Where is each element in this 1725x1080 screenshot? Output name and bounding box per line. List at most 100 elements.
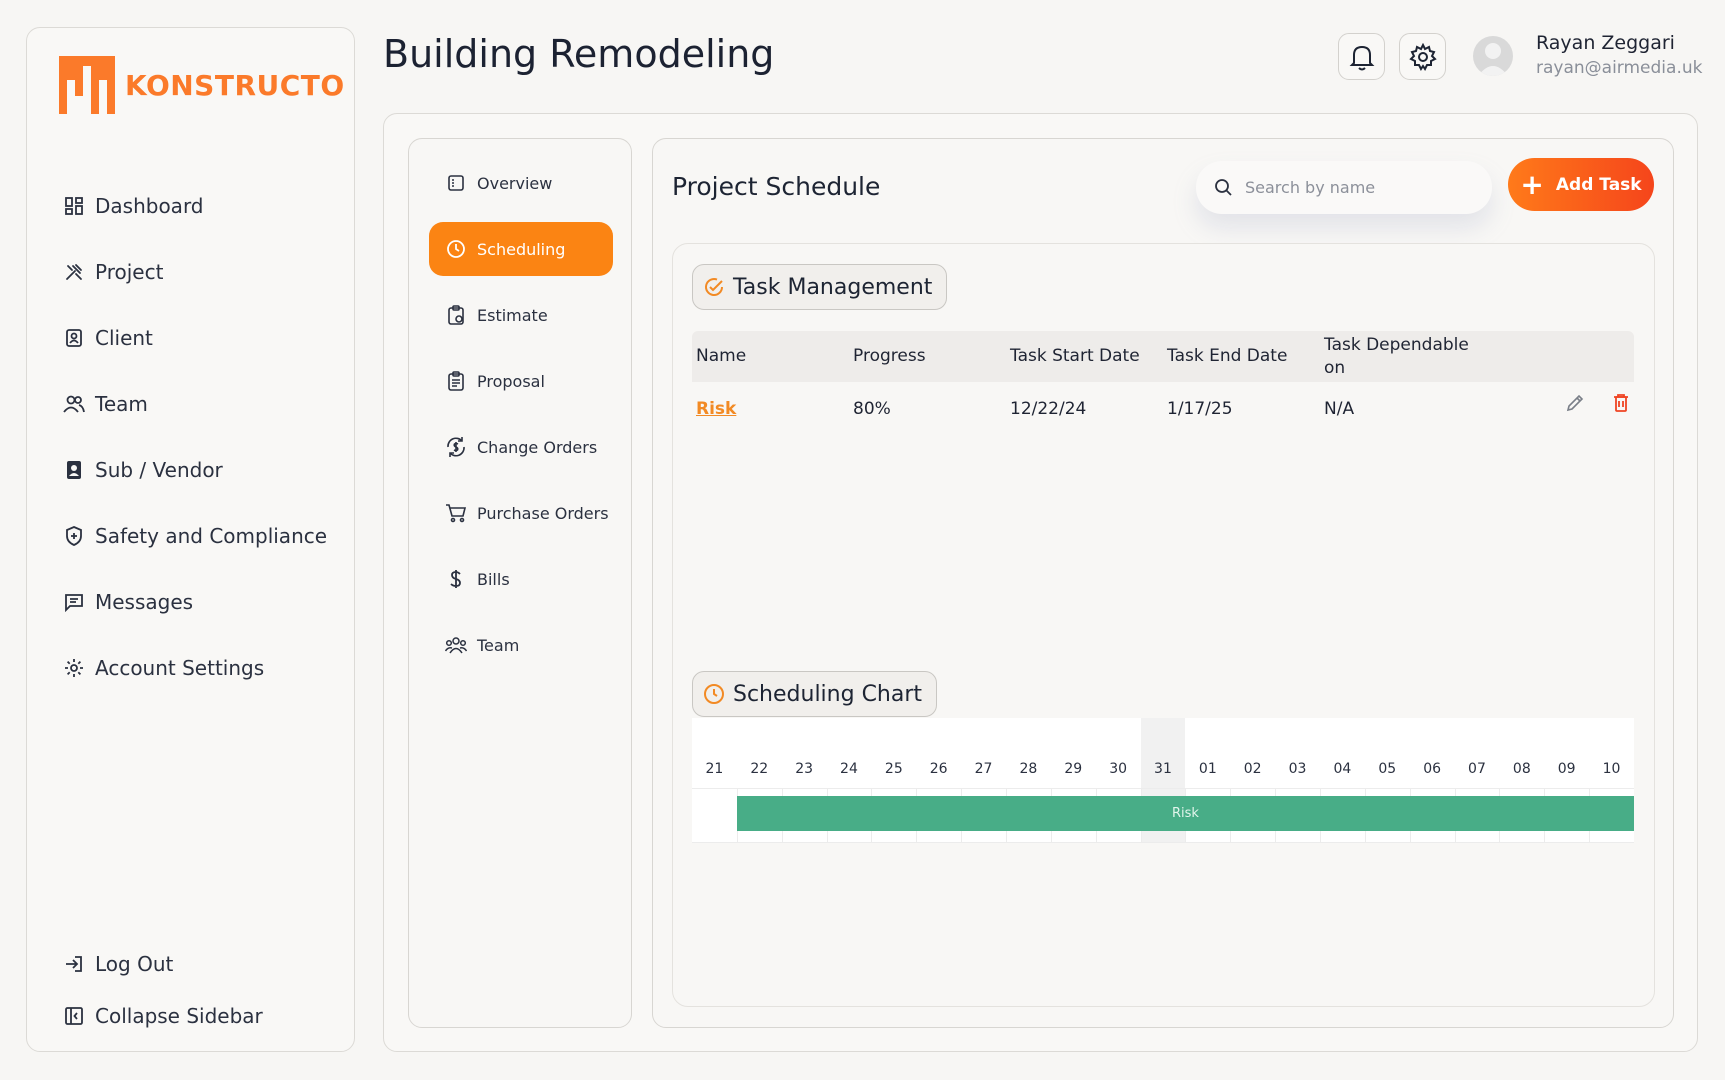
subnav-item-proposal[interactable]: Proposal — [429, 354, 613, 408]
scheduling-chart-title: Scheduling Chart — [733, 681, 923, 707]
gear-icon — [1408, 42, 1437, 71]
task-end-date: 1/17/25 — [1167, 399, 1233, 419]
sidebar-item-label: Project — [95, 260, 164, 284]
logout-label: Log Out — [95, 952, 174, 976]
subnav-item-label: Bills — [477, 569, 510, 589]
shield-icon — [63, 525, 85, 547]
content-title: Project Schedule — [672, 172, 881, 201]
scheduling-chart-tag: Scheduling Chart — [692, 671, 938, 717]
add-task-button[interactable]: + Add Task — [1508, 158, 1654, 211]
logout-button[interactable]: Log Out — [63, 938, 263, 990]
subnav-item-label: Estimate — [477, 305, 548, 325]
gantt-day-label: 28 — [1019, 761, 1038, 777]
task-management-tag: Task Management — [692, 264, 948, 310]
dashboard-icon — [63, 195, 85, 217]
gantt-day-label: 22 — [750, 761, 769, 777]
subnav-item-team[interactable]: Team — [429, 618, 613, 672]
search-icon — [1215, 179, 1232, 196]
user-name: Rayan Zeggari — [1536, 32, 1675, 54]
sidebar-item-label: Sub / Vendor — [95, 458, 223, 482]
collapse-sidebar-button[interactable]: Collapse Sidebar — [63, 990, 263, 1042]
avatar[interactable] — [1473, 36, 1513, 76]
tools-icon — [63, 261, 85, 283]
gantt-day-label: 07 — [1468, 761, 1486, 777]
vendor-icon — [63, 459, 85, 481]
plus-icon: + — [1520, 167, 1544, 201]
task-management-title: Task Management — [733, 274, 933, 300]
sidebar-nav: Dashboard Project Client Team Sub / Vend… — [63, 173, 327, 701]
column-header-end-date: Task End Date — [1167, 346, 1288, 367]
gantt-day-label: 29 — [1064, 761, 1083, 777]
gantt-day-label: 27 — [974, 761, 993, 777]
subnav-item-estimate[interactable]: Estimate — [429, 288, 613, 342]
gantt-day-label: 04 — [1333, 761, 1352, 777]
task-name-link[interactable]: Risk — [696, 385, 736, 433]
task-dependable-on: N/A — [1324, 399, 1355, 419]
subnav-item-bills[interactable]: Bills — [429, 552, 613, 606]
gantt-day-label: 21 — [705, 761, 724, 777]
subnav-item-overview[interactable]: Overview — [429, 156, 613, 210]
search-box — [1196, 161, 1492, 214]
gantt-task-bar[interactable]: Risk — [736, 796, 1634, 831]
subnav-item-scheduling[interactable]: Scheduling — [429, 222, 613, 276]
table-row: Risk 80% 12/22/24 1/17/25 N/A — [692, 385, 1634, 433]
sidebar: KONSTRUCTO Dashboard Project Client Team — [26, 27, 355, 1052]
page-title: Building Remodeling — [383, 32, 775, 76]
gantt-day-label: 24 — [840, 761, 858, 777]
subnav-item-change-orders[interactable]: Change Orders — [429, 420, 613, 474]
logout-icon — [63, 953, 85, 975]
dollar-icon — [445, 568, 467, 590]
sidebar-item-label: Safety and Compliance — [95, 524, 328, 548]
gantt-day-label: 10 — [1602, 761, 1621, 777]
subnav-item-purchase-orders[interactable]: Purchase Orders — [429, 486, 613, 540]
sidebar-item-account-settings[interactable]: Account Settings — [63, 635, 327, 701]
sidebar-item-messages[interactable]: Messages — [63, 569, 327, 635]
gantt-day-label: 09 — [1557, 761, 1576, 777]
delete-task-button[interactable] — [1609, 391, 1633, 415]
sidebar-item-safety[interactable]: Safety and Compliance — [63, 503, 327, 569]
gantt-day-label: 23 — [795, 761, 814, 777]
gantt-day-label: 08 — [1512, 761, 1531, 777]
collapse-sidebar-label: Collapse Sidebar — [95, 1004, 263, 1028]
brand-logo[interactable]: KONSTRUCTO — [59, 56, 345, 114]
task-start-date: 12/22/24 — [1010, 399, 1087, 419]
gantt-day-label: 30 — [1109, 761, 1128, 777]
add-task-label: Add Task — [1555, 174, 1642, 195]
search-input[interactable] — [1245, 178, 1475, 197]
sidebar-item-label: Messages — [95, 590, 194, 614]
gantt-day-label: 26 — [929, 761, 948, 777]
sidebar-item-team[interactable]: Team — [63, 371, 327, 437]
collapse-sidebar-icon — [63, 1005, 85, 1027]
gantt-day-label: 03 — [1288, 761, 1307, 777]
sidebar-item-dashboard[interactable]: Dashboard — [63, 173, 327, 239]
sidebar-item-project[interactable]: Project — [63, 239, 327, 305]
team-icon — [63, 393, 85, 415]
sidebar-item-label: Client — [95, 326, 153, 350]
sidebar-footer: Log Out Collapse Sidebar — [63, 938, 263, 1042]
cart-icon — [445, 502, 467, 524]
clock-icon — [445, 238, 467, 260]
gear-icon — [63, 657, 85, 679]
gantt-bottom-divider — [692, 842, 1634, 843]
sidebar-item-vendor[interactable]: Sub / Vendor — [63, 437, 327, 503]
user-avatar-icon — [1478, 43, 1508, 76]
notifications-button[interactable] — [1338, 33, 1385, 80]
sidebar-item-label: Dashboard — [95, 194, 204, 218]
settings-button[interactable] — [1399, 33, 1446, 80]
subnav-item-label: Change Orders — [477, 437, 598, 457]
gantt-day-label: 06 — [1423, 761, 1442, 777]
gantt-day-label: 05 — [1378, 761, 1397, 777]
sidebar-item-client[interactable]: Client — [63, 305, 327, 371]
edit-task-button[interactable] — [1563, 391, 1587, 415]
message-icon — [63, 591, 85, 613]
clipboard-icon — [445, 304, 467, 326]
pencil-icon — [1566, 394, 1584, 412]
subnav-item-label: Scheduling — [477, 239, 566, 259]
gantt-day-label: 31 — [1154, 761, 1172, 777]
team-icon — [445, 634, 467, 656]
subnav-item-label: Proposal — [477, 371, 545, 391]
sidebar-item-label: Team — [95, 392, 148, 416]
project-subnav: Overview Scheduling Estimate Proposal Ch… — [408, 138, 632, 1028]
trash-icon — [1614, 394, 1628, 412]
user-email: rayan@airmedia.uk — [1536, 58, 1703, 78]
